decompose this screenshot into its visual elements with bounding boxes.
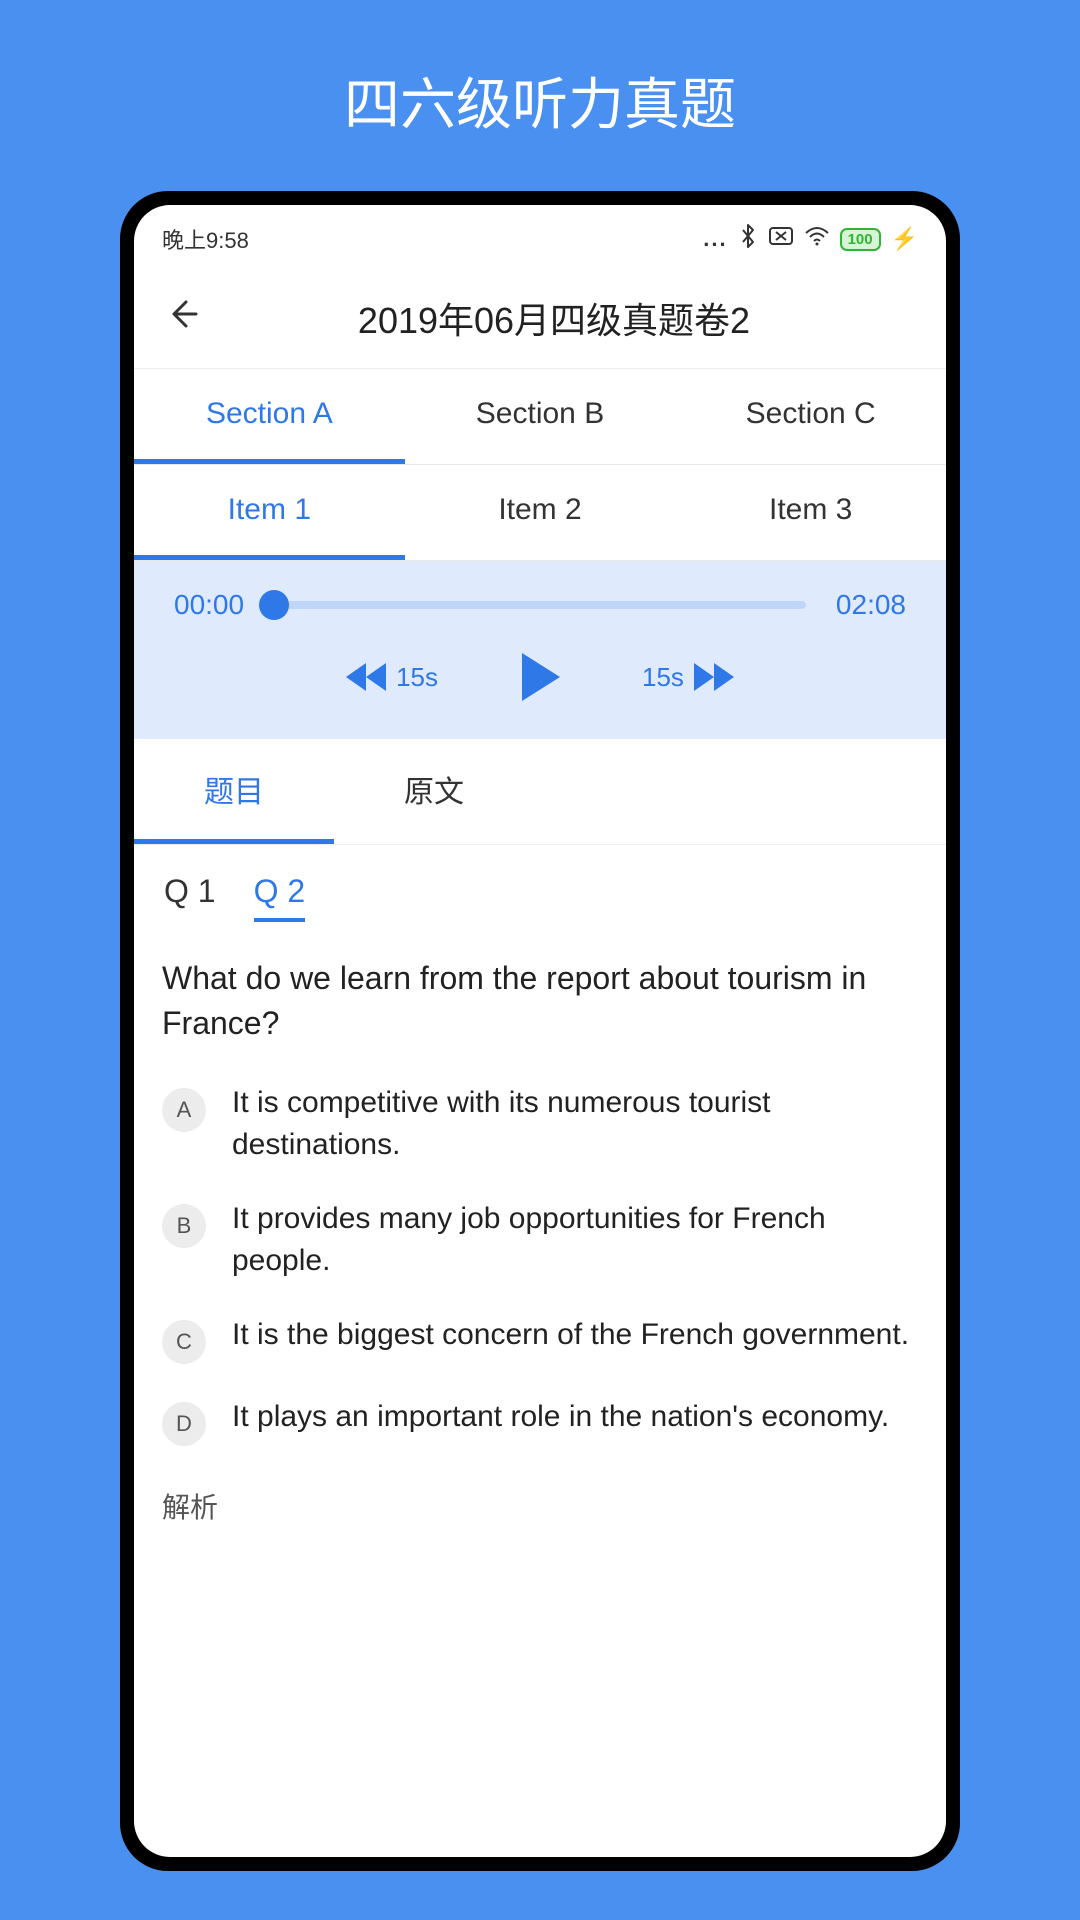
bluetooth-icon [738, 223, 758, 255]
item-tabs: Item 1 Item 2 Item 3 [134, 465, 946, 561]
answer-letter: C [162, 1320, 206, 1364]
wifi-icon [804, 226, 830, 252]
question-nav: Q 1 Q 2 [134, 845, 946, 932]
tab-section-a[interactable]: Section A [134, 369, 405, 464]
app-bar: 2019年06月四级真题卷2 [134, 267, 946, 369]
qnav-q2[interactable]: Q 2 [254, 873, 306, 922]
tab-item-2[interactable]: Item 2 [405, 465, 676, 560]
answer-option-d[interactable]: D It plays an important role in the nati… [158, 1380, 922, 1462]
answer-option-c[interactable]: C It is the biggest concern of the Frenc… [158, 1298, 922, 1380]
back-button[interactable] [158, 287, 206, 348]
answer-text: It is the biggest concern of the French … [232, 1314, 909, 1356]
answer-text: It plays an important role in the nation… [232, 1396, 889, 1438]
audio-timeline: 00:00 02:08 [174, 589, 906, 621]
rewind-icon [344, 661, 388, 693]
analysis-label[interactable]: 解析 [134, 1462, 946, 1538]
answer-letter: B [162, 1204, 206, 1248]
play-button[interactable] [498, 651, 582, 703]
tab-section-c[interactable]: Section C [675, 369, 946, 464]
battery-indicator: 100 [840, 228, 881, 251]
answer-letter: A [162, 1088, 206, 1132]
rewind-button[interactable]: 15s [344, 661, 438, 693]
audio-controls: 15s 15s [174, 651, 906, 703]
answer-option-b[interactable]: B It provides many job opportunities for… [158, 1182, 922, 1298]
audio-total-time: 02:08 [826, 589, 906, 621]
content-tabs: 题目 原文 [134, 739, 946, 845]
answer-list: A It is competitive with its numerous to… [134, 1066, 946, 1462]
tab-item-3[interactable]: Item 3 [675, 465, 946, 560]
question-text: What do we learn from the report about t… [134, 932, 946, 1066]
promo-title: 四六级听力真题 [0, 0, 1080, 191]
section-tabs: Section A Section B Section C [134, 369, 946, 465]
page-title: 2019年06月四级真题卷2 [246, 292, 862, 344]
tab-transcript[interactable]: 原文 [334, 739, 534, 844]
status-indicators: ... 100 ⚡ [703, 223, 918, 255]
tab-item-1[interactable]: Item 1 [134, 465, 405, 560]
answer-text: It provides many job opportunities for F… [232, 1198, 918, 1282]
more-icon: ... [703, 226, 727, 252]
audio-current-time: 00:00 [174, 589, 254, 621]
forward-icon [692, 661, 736, 693]
rotation-lock-icon [768, 226, 794, 252]
phone-frame: 晚上9:58 ... 100 ⚡ 2019年06月四级真题卷2 [120, 191, 960, 1871]
audio-slider[interactable] [274, 601, 806, 609]
tab-section-b[interactable]: Section B [405, 369, 676, 464]
audio-player: 00:00 02:08 15s 15s [134, 561, 946, 739]
answer-option-a[interactable]: A It is competitive with its numerous to… [158, 1066, 922, 1182]
answer-text: It is competitive with its numerous tour… [232, 1082, 918, 1166]
forward-label: 15s [642, 662, 684, 693]
rewind-label: 15s [396, 662, 438, 693]
charging-icon: ⚡ [891, 226, 918, 252]
answer-letter: D [162, 1402, 206, 1446]
slider-thumb[interactable] [259, 590, 289, 620]
status-time: 晚上9:58 [162, 223, 249, 255]
forward-button[interactable]: 15s [642, 661, 736, 693]
tab-questions[interactable]: 题目 [134, 739, 334, 844]
phone-screen: 晚上9:58 ... 100 ⚡ 2019年06月四级真题卷2 [134, 205, 946, 1857]
qnav-q1[interactable]: Q 1 [164, 873, 216, 922]
status-bar: 晚上9:58 ... 100 ⚡ [134, 205, 946, 267]
